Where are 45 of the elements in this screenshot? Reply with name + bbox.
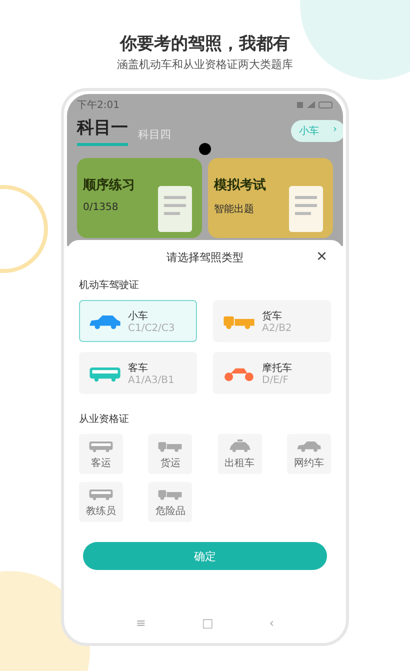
practice-card[interactable]: 模拟考试 智能出题: [208, 158, 333, 238]
option-name: 客车: [128, 362, 149, 374]
qualification-tile[interactable]: 出租车: [218, 434, 262, 474]
qualification-tile[interactable]: 危险品: [148, 482, 192, 522]
license-option[interactable]: 货车 A2/B2: [213, 300, 331, 342]
qualification-tile[interactable]: 客运: [79, 434, 123, 474]
card-subtitle: 智能出题: [214, 202, 255, 216]
license-option[interactable]: 摩托车 D/E/F: [213, 352, 331, 394]
tile-label: 危险品: [155, 505, 186, 518]
option-classes: A1/A3/B1: [128, 374, 174, 386]
close-button[interactable]: ×: [312, 246, 331, 266]
option-name: 摩托车: [262, 362, 292, 374]
license-option[interactable]: 客车 A1/A3/B1: [79, 352, 197, 394]
option-name: 小车: [128, 310, 149, 322]
headline: 你要考的驾照，我都有: [120, 33, 290, 55]
section-heading: 从业资格证: [79, 412, 130, 426]
qualification-tile[interactable]: 网约车: [286, 434, 331, 474]
status-time: 下午2:01: [77, 99, 120, 112]
card-subtitle: 0/1358: [83, 202, 120, 213]
status-icons: [297, 101, 333, 109]
practice-card[interactable]: 顺序练习 0/1358: [77, 158, 202, 238]
camera-hole: [199, 143, 211, 155]
option-classes: A2/B2: [262, 322, 292, 334]
sheet-title: 请选择驾照类型: [166, 250, 244, 264]
tile-label: 网约车: [294, 456, 324, 470]
taxi-icon: [226, 438, 253, 454]
subject-tab[interactable]: 科目一: [77, 116, 128, 146]
tile-label: 教练员: [86, 505, 116, 518]
option-name: 货车: [262, 310, 283, 322]
tile-label: 客运: [91, 456, 111, 470]
subtitle: 涵盖机动车和从业资格证两大类题库: [117, 57, 293, 72]
qualification-tile[interactable]: 教练员: [79, 482, 123, 522]
section-heading: 机动车驾驶证: [79, 278, 140, 292]
bus-icon: [88, 364, 122, 382]
tile-label: 货运: [160, 456, 180, 470]
card-title: 模拟考试: [214, 176, 267, 194]
card-title: 顺序练习: [83, 176, 136, 194]
tile-label: 出租车: [224, 456, 255, 470]
option-classes: C1/C2/C3: [128, 322, 175, 334]
document-icon: [156, 184, 194, 234]
document-icon: [287, 184, 325, 234]
car-icon: [88, 312, 122, 330]
license-option[interactable]: 小车 C1/C2/C3: [79, 300, 197, 342]
option-classes: D/E/F: [262, 374, 290, 386]
qualification-tile[interactable]: 货运: [148, 434, 192, 474]
